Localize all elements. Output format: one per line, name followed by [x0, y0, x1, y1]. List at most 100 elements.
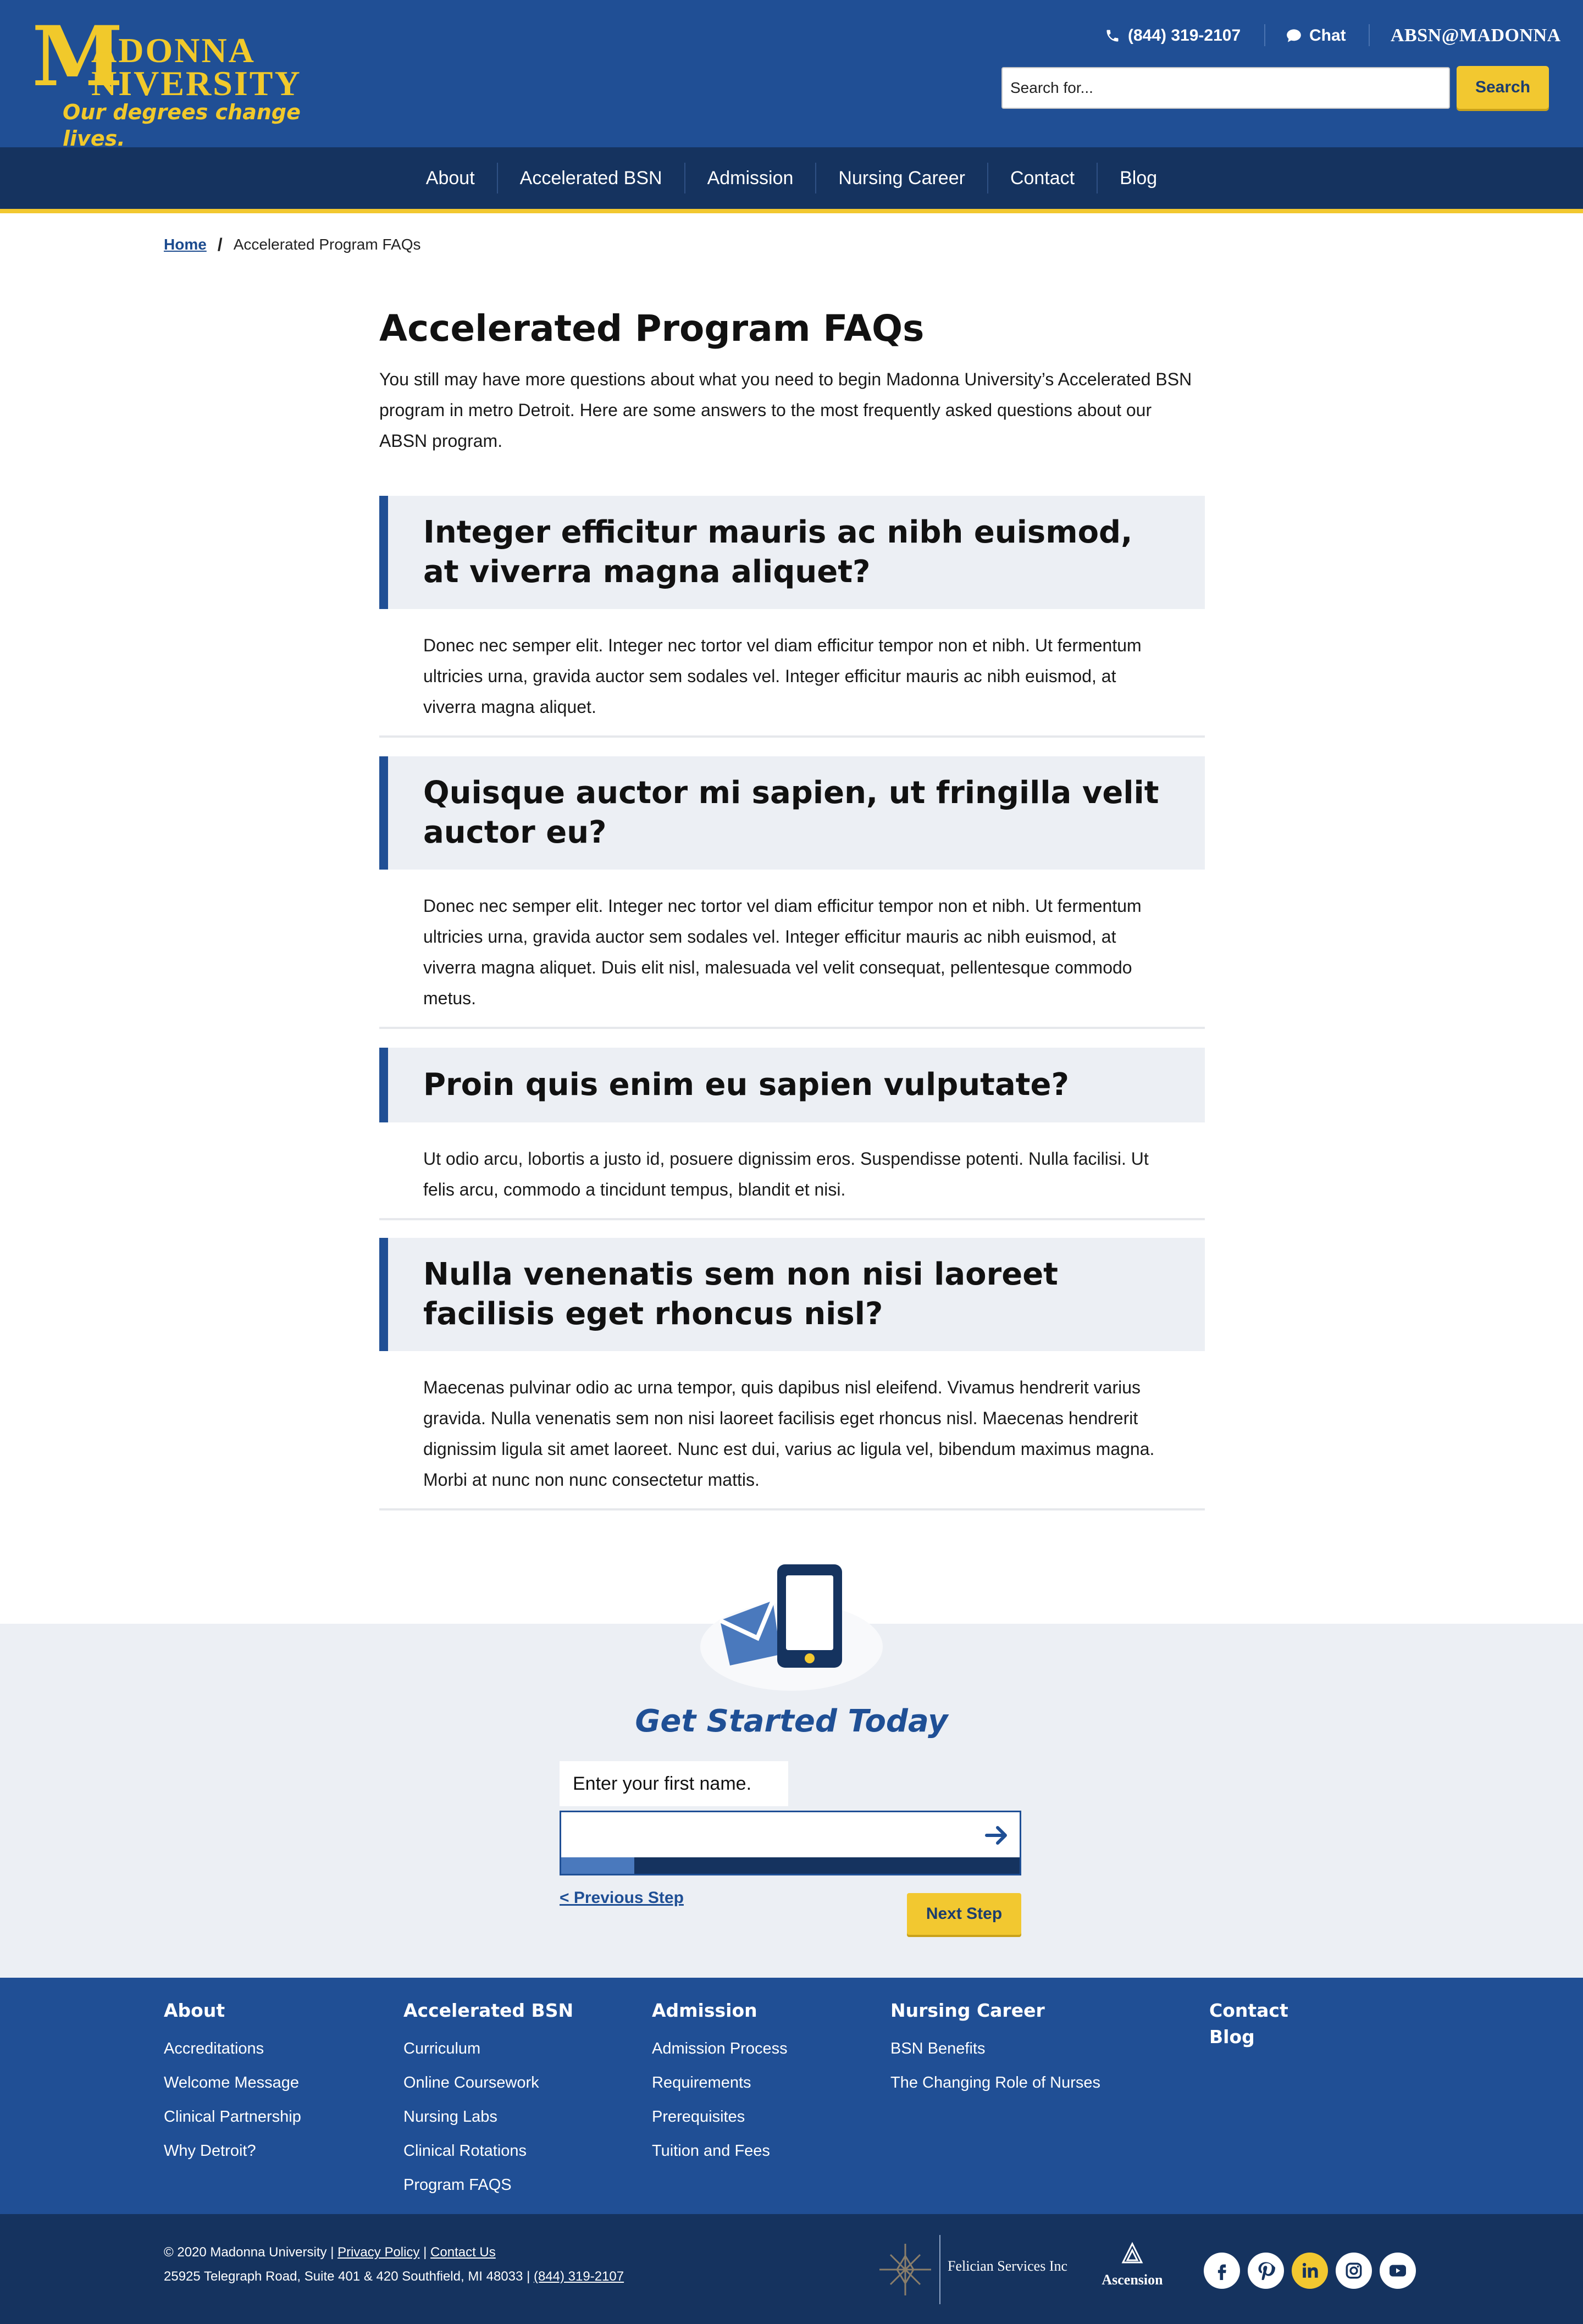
nav-item-admission[interactable]: Admission	[685, 163, 817, 193]
copyright-block: © 2020 Madonna University | Privacy Poli…	[164, 2240, 624, 2289]
instagram-icon[interactable]	[1336, 2253, 1372, 2289]
nav-item-blog[interactable]: Blog	[1098, 163, 1179, 193]
faq-answer: Ut odio arcu, lobortis a justo id, posue…	[379, 1122, 1205, 1220]
felician-services-logo[interactable]: Felician Services Inc	[870, 2234, 1073, 2305]
footer-column-about: About Accreditations Welcome Message Cli…	[164, 1997, 301, 2168]
footer-column-nursing-career: Nursing Career BSN Benefits The Changing…	[890, 1997, 1100, 2100]
header-chat-text: Chat	[1309, 26, 1346, 45]
next-step-button[interactable]: Next Step	[907, 1893, 1021, 1935]
ascension-text: Ascension	[1102, 2272, 1163, 2288]
footer-heading[interactable]: Blog	[1209, 2024, 1288, 2050]
breadcrumb-home-link[interactable]: Home	[164, 236, 207, 253]
faq-answer: Donec nec semper elit. Integer nec torto…	[379, 870, 1205, 1029]
util-divider	[1264, 24, 1265, 46]
faq-item: Proin quis enim eu sapien vulputate? Ut …	[379, 1048, 1205, 1220]
footer-heading[interactable]: Contact	[1209, 1997, 1288, 2024]
footer-link[interactable]: Online Coursework	[403, 2066, 573, 2100]
faq-item: Quisque auctor mi sapien, ut fringilla v…	[379, 756, 1205, 1029]
header-phone-text: (844) 319-2107	[1128, 26, 1241, 45]
faq-question[interactable]: Proin quis enim eu sapien vulputate?	[379, 1048, 1205, 1122]
faq-item: Nulla venenatis sem non nisi laoreet fac…	[379, 1238, 1205, 1510]
footer-link[interactable]: The Changing Role of Nurses	[890, 2066, 1100, 2100]
footer-link[interactable]: Requirements	[652, 2066, 788, 2100]
first-name-field-wrapper	[560, 1811, 1021, 1875]
footer-link[interactable]: BSN Benefits	[890, 2032, 1100, 2066]
search-input[interactable]	[1001, 67, 1450, 109]
separator: |	[423, 2245, 427, 2260]
get-started-title: Get Started Today	[635, 1703, 948, 1739]
nav-item-nursing-career[interactable]: Nursing Career	[816, 163, 988, 193]
first-name-label: Enter your first name.	[560, 1761, 788, 1806]
form-progress-bar	[561, 1857, 1020, 1874]
footer-link[interactable]: Why Detroit?	[164, 2134, 301, 2168]
site-header: M ADONNA NIVERSITY Our degrees change li…	[0, 0, 1583, 151]
faq-question-text: Nulla venenatis sem non nisi laoreet fac…	[423, 1257, 1058, 1332]
contact-us-link[interactable]: Contact Us	[430, 2245, 496, 2260]
copyright-text: © 2020 Madonna University	[164, 2245, 327, 2260]
chat-icon	[1287, 29, 1301, 42]
first-name-input[interactable]	[561, 1812, 979, 1858]
logo-tagline: Our degrees change lives.	[63, 100, 301, 151]
nav-item-about[interactable]: About	[404, 163, 498, 193]
footer-link[interactable]: Prerequisites	[652, 2100, 788, 2134]
logo-wordmark-line1: ADONNA	[91, 31, 256, 70]
faq-question[interactable]: Quisque auctor mi sapien, ut fringilla v…	[379, 756, 1205, 870]
footer-heading[interactable]: Nursing Career	[890, 1997, 1100, 2024]
footer-link[interactable]: Admission Process	[652, 2032, 788, 2066]
nav-item-contact[interactable]: Contact	[988, 163, 1098, 193]
previous-step-link[interactable]: < Previous Step	[560, 1889, 684, 1907]
faq-answer: Donec nec semper elit. Integer nec torto…	[379, 609, 1205, 738]
search-button[interactable]: Search	[1457, 66, 1549, 109]
youtube-icon[interactable]	[1380, 2253, 1416, 2289]
absn-at-madonna-link[interactable]: ABSN@MADONNA	[1391, 22, 1561, 49]
ascension-logo[interactable]: Ascension	[1094, 2242, 1171, 2297]
breadcrumb: Home / Accelerated Program FAQs	[164, 231, 421, 258]
footer-link[interactable]: Nursing Labs	[403, 2100, 573, 2134]
footer-link[interactable]: Welcome Message	[164, 2066, 301, 2100]
faq-answer: Maecenas pulvinar odio ac urna tempor, q…	[379, 1351, 1205, 1510]
footer-heading[interactable]: Accelerated BSN	[403, 1997, 573, 2024]
breadcrumb-current: Accelerated Program FAQs	[233, 236, 421, 253]
linkedin-icon[interactable]	[1292, 2253, 1328, 2289]
sub-footer: © 2020 Madonna University | Privacy Poli…	[0, 2214, 1583, 2324]
faq-item: Integer efficitur mauris ac nibh euismod…	[379, 496, 1205, 738]
footer-link[interactable]: Accreditations	[164, 2032, 301, 2066]
footer-heading[interactable]: About	[164, 1997, 301, 2024]
ascension-mark-icon	[1121, 2242, 1143, 2264]
footer-column-accelerated-bsn: Accelerated BSN Curriculum Online Course…	[403, 1997, 573, 2202]
faq-question-text: Quisque auctor mi sapien, ut fringilla v…	[423, 775, 1159, 850]
header-phone-link[interactable]: (844) 319-2107	[1105, 22, 1241, 49]
breadcrumb-separator: /	[217, 234, 223, 254]
footer-heading[interactable]: Admission	[652, 1997, 788, 2024]
address-text: 25925 Telegraph Road, Suite 401 & 420 So…	[164, 2269, 523, 2284]
logo-wordmark-line2: NIVERSITY	[91, 64, 302, 103]
faq-question-text: Proin quis enim eu sapien vulputate?	[423, 1067, 1069, 1103]
main-nav: About Accelerated BSN Admission Nursing …	[0, 147, 1583, 213]
intro-paragraph: You still may have more questions about …	[379, 369, 1192, 451]
footer-phone-link[interactable]: (844) 319-2107	[534, 2269, 624, 2284]
phone-icon	[1106, 30, 1119, 42]
footer-link[interactable]: Tuition and Fees	[652, 2134, 788, 2168]
footer-column-contact: Contact Blog	[1209, 1997, 1288, 2058]
footer-link[interactable]: Clinical Rotations	[403, 2134, 573, 2168]
footer-link[interactable]: Curriculum	[403, 2032, 573, 2066]
facebook-icon[interactable]	[1204, 2253, 1240, 2289]
header-chat-link[interactable]: Chat	[1286, 22, 1346, 49]
madonna-university-logo[interactable]: M ADONNA NIVERSITY Our degrees change li…	[32, 15, 345, 151]
footer-column-admission: Admission Admission Process Requirements…	[652, 1997, 788, 2168]
pinterest-icon[interactable]	[1248, 2253, 1284, 2289]
social-links	[1204, 2253, 1424, 2289]
site-footer: About Accreditations Welcome Message Cli…	[0, 1978, 1583, 2214]
faq-question-text: Integer efficitur mauris ac nibh euismod…	[423, 514, 1133, 590]
util-divider	[1369, 24, 1370, 46]
faq-question[interactable]: Nulla venenatis sem non nisi laoreet fac…	[379, 1238, 1205, 1351]
footer-link[interactable]: Clinical Partnership	[164, 2100, 301, 2134]
nav-item-accelerated-bsn[interactable]: Accelerated BSN	[498, 163, 685, 193]
arrow-right-icon[interactable]	[980, 1819, 1013, 1852]
faq-question[interactable]: Integer efficitur mauris ac nibh euismod…	[379, 496, 1205, 609]
phone-envelope-icon	[700, 1564, 883, 1691]
footer-link[interactable]: Program FAQS	[403, 2168, 573, 2202]
main-content: Accelerated Program FAQs You still may h…	[379, 297, 1205, 1510]
felician-cross-icon	[879, 2235, 940, 2304]
privacy-policy-link[interactable]: Privacy Policy	[337, 2245, 419, 2260]
